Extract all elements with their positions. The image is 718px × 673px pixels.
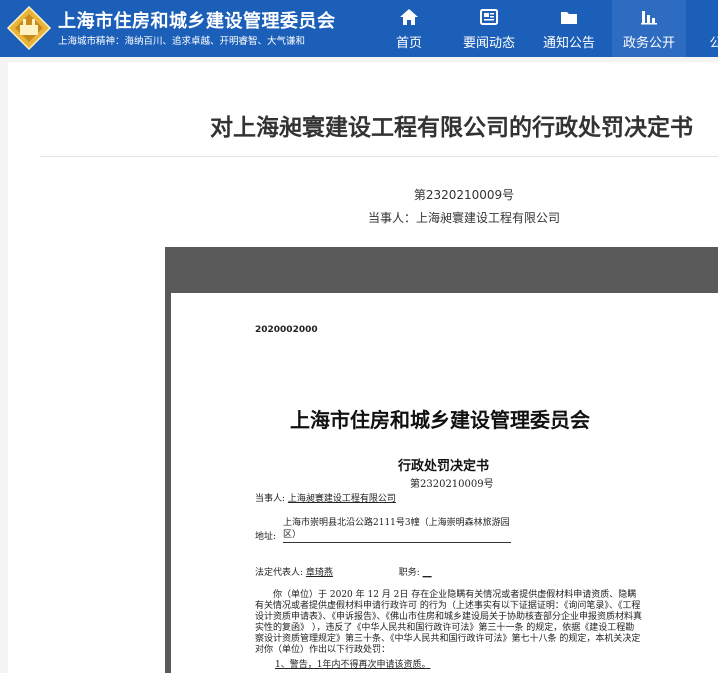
folder-icon [532,8,606,26]
site-motto: 上海城市精神：海纳百川、追求卓越、开明睿智、大气谦和 [58,36,306,47]
doc-party-label: 当事人: [255,494,286,504]
nav-item-gov-affairs[interactable]: 政务公开 [612,0,686,57]
doc-address-value: 上海市崇明县北沿公路2111号3幢（上海崇明森林旅游园区） [283,518,510,540]
nav-item-home[interactable]: 首页 [372,0,446,57]
doc-rep-label: 法定代表人: [255,568,304,578]
nav-label: 通知公告 [542,36,595,51]
title-divider [40,156,718,157]
nav-item-public[interactable]: 公众参 [692,0,718,57]
news-icon [452,8,526,26]
nav-label: 政务公开 [622,36,675,51]
main-nav: 首页 要闻动态 通知公告 政务公开 公 [372,0,718,57]
doc-address-underline [283,542,511,543]
doc-code: 2020002000 [255,325,318,335]
gear-icon [692,8,718,26]
doc-issuer: 上海市住房和城乡建设管理委员会 [290,408,590,432]
doc-party: 当事人: 上海昶寰建设工程有限公司 [255,491,396,504]
site-title[interactable]: 上海市住房和城乡建设管理委员会 [58,7,336,33]
nav-item-news[interactable]: 要闻动态 [452,0,526,57]
chart-icon [612,8,686,26]
doc-party-value: 上海昶寰建设工程有限公司 [287,494,396,504]
site-logo[interactable] [6,5,52,51]
doc-position-value: __ [422,568,432,578]
document-number: 第2320210009号 [413,188,515,202]
nav-label: 首页 [395,36,422,51]
nav-label: 要闻动态 [462,36,515,51]
doc-penalty-item-text: 1、警告，1年内不得再次申请该资质。 [275,660,431,670]
doc-number: 第2320210009号 [410,479,494,490]
party-line: 当事人：上海昶寰建设工程有限公司 [367,211,560,225]
nav-label: 公众参 [709,36,718,51]
doc-position-label: 职务: [398,568,420,578]
home-icon [372,8,446,26]
doc-address-label: 地址: [255,532,277,542]
doc-rep-value: 章琦燕 [305,568,333,578]
doc-penalty-item: 1、警告，1年内不得再次申请该资质。 [275,657,430,670]
doc-body-paragraph: 你（单位）于 2020 年 12 月 2日 存在企业隐瞒有关情况或者提供虚假材料… [255,590,643,655]
nav-item-notices[interactable]: 通知公告 [532,0,606,57]
doc-heading: 行政处罚决定书 [398,459,490,474]
article-title: 对上海昶寰建设工程有限公司的行政处罚决定书 [210,115,693,141]
site-header: 上海市住房和城乡建设管理委员会 上海城市精神：海纳百川、追求卓越、开明睿智、大气… [0,0,718,57]
doc-representative: 法定代表人: 章琦燕 职务: __ [255,565,432,578]
